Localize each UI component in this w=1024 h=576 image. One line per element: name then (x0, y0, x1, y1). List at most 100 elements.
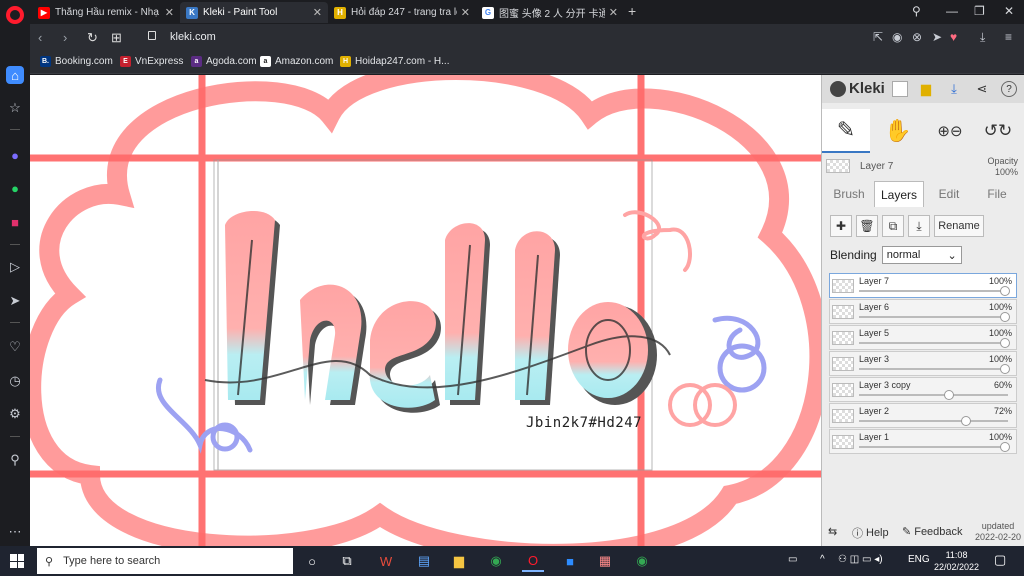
file-explorer-icon[interactable]: ▤ (413, 550, 435, 572)
restore-button[interactable]: ❐ (974, 4, 985, 18)
home-icon[interactable]: ⌂ (6, 66, 24, 84)
search-tabs-icon[interactable]: ⚲ (912, 4, 921, 18)
close-icon[interactable]: ✕ (609, 6, 618, 19)
tab-edit[interactable]: Edit (926, 181, 972, 207)
tab-brush[interactable]: Brush (826, 181, 872, 207)
layer-row[interactable]: Layer 5 100% (829, 325, 1017, 350)
opacity-slider-handle[interactable] (1000, 286, 1010, 296)
undo-redo-icon[interactable]: ↺↻ (974, 109, 1022, 153)
reload-icon[interactable]: ↻ (87, 30, 98, 46)
battery-icon[interactable]: ▭ (788, 554, 797, 565)
layer-row[interactable]: Layer 7 100% (829, 273, 1017, 298)
rename-button[interactable]: Rename (934, 215, 984, 237)
opacity-slider[interactable] (859, 368, 1008, 370)
bookmark-hoidap[interactable]: H Hoidap247.com - H... (340, 56, 450, 67)
opacity-slider[interactable] (859, 290, 1008, 292)
flow-icon[interactable]: ➤ (932, 30, 942, 44)
help-icon[interactable]: ? (1001, 81, 1017, 97)
delete-layer-icon[interactable]: 🗑 (856, 215, 878, 237)
task-view-icon[interactable]: ⧉ (336, 550, 358, 572)
close-icon[interactable]: ✕ (461, 6, 470, 19)
download-icon[interactable]: ⤓ (980, 30, 985, 45)
camera-icon[interactable]: ◉ (892, 30, 902, 44)
feedback-link[interactable]: ✎ Feedback (902, 525, 963, 539)
share-icon[interactable]: ⋖ (974, 81, 990, 97)
tray-up-icon[interactable]: ^ (820, 554, 825, 565)
tab-layers[interactable]: Layers (874, 181, 924, 207)
opacity-slider[interactable] (859, 420, 1008, 422)
merge-layer-icon[interactable]: ⤓ (908, 215, 930, 237)
close-window-button[interactable]: ✕ (1004, 4, 1014, 18)
zoom-icon[interactable]: ⊕⊖ (926, 109, 974, 153)
forward-icon[interactable]: › (63, 30, 67, 45)
download-icon[interactable]: ⤓ (946, 81, 962, 97)
layer-row[interactable]: Layer 1 100% (829, 429, 1017, 454)
folder-icon[interactable]: ▆ (448, 550, 470, 572)
settings-icon[interactable]: ⚙ (6, 405, 24, 423)
new-file-icon[interactable] (892, 81, 908, 97)
tab-kleki[interactable]: K Kleki - Paint Tool ✕ (180, 2, 328, 23)
opacity-slider-handle[interactable] (1000, 312, 1010, 322)
minimize-button[interactable]: — (946, 4, 958, 18)
menu-icon[interactable]: ≡ (1005, 30, 1012, 44)
bookmark-agoda[interactable]: a Agoda.com (191, 56, 257, 67)
send-icon[interactable]: ➤ (6, 292, 24, 310)
layer-row[interactable]: Layer 3 100% (829, 351, 1017, 376)
url-field[interactable]: kleki.com (170, 31, 216, 43)
heart-icon[interactable]: ♥ (950, 30, 957, 44)
whatsapp-icon[interactable]: ● (6, 179, 24, 197)
open-folder-icon[interactable]: ▆ (918, 81, 934, 97)
opacity-slider-handle[interactable] (1000, 364, 1010, 374)
more-icon[interactable]: ⋯ (6, 523, 24, 541)
opacity-slider[interactable] (859, 316, 1008, 318)
language-indicator[interactable]: ENG (908, 554, 930, 565)
notifications-icon[interactable]: ▢ (994, 552, 1006, 568)
hand-tool-icon[interactable]: ✋ (874, 109, 922, 153)
wps-icon[interactable]: W (375, 550, 397, 572)
lightbulb-icon[interactable]: ⚲ (6, 451, 24, 469)
chrome-profile-icon[interactable]: ◉ (631, 550, 653, 572)
brush-tool-icon[interactable]: ✎ (822, 109, 870, 153)
new-tab-button[interactable]: + (628, 3, 636, 19)
player-icon[interactable]: ▷ (6, 258, 24, 276)
share-icon[interactable]: ⇱ (873, 30, 883, 44)
bookmark-booking[interactable]: B. Booking.com (40, 56, 113, 67)
opacity-slider[interactable] (859, 446, 1008, 448)
taskbar-search[interactable]: ⚲ Type here to search (37, 548, 293, 574)
tab-youtube[interactable]: ▶ Thằng Hầu remix - Nhạ ✕ (32, 2, 180, 23)
back-icon[interactable]: ‹ (38, 30, 42, 45)
opacity-slider-handle[interactable] (1000, 442, 1010, 452)
swap-icon[interactable]: ⇆ (828, 525, 837, 538)
opacity-slider[interactable] (859, 342, 1008, 344)
tray-icons[interactable]: ⚇ ◫ ▭ ◂) (838, 554, 883, 565)
layer-row[interactable]: Layer 2 72% (829, 403, 1017, 428)
opacity-slider-handle[interactable] (960, 416, 971, 426)
duplicate-layer-icon[interactable]: ⧉ (882, 215, 904, 237)
tabs-grid-icon[interactable]: ⊞ (111, 30, 122, 46)
cortana-icon[interactable]: ○ (301, 550, 323, 572)
windows-start-icon[interactable] (10, 554, 24, 568)
messenger-icon[interactable]: ● (6, 146, 24, 164)
app-icon[interactable]: ▦ (594, 550, 616, 572)
tab-file[interactable]: File (974, 181, 1020, 207)
drawing-canvas[interactable]: Jbin2k7#Hd247 (30, 75, 821, 546)
chrome-icon[interactable]: ◉ (485, 550, 507, 572)
instagram-icon[interactable]: ■ (6, 213, 24, 231)
tab-google[interactable]: G 图蜜 头像 2 人 分开 卡通 - ✕ (476, 2, 624, 23)
bookmark-vnexpress[interactable]: E VnExpress (120, 56, 183, 67)
zoom-app-icon[interactable]: ■ (559, 550, 581, 572)
heart-icon[interactable]: ♡ (6, 338, 24, 356)
star-icon[interactable]: ☆ (6, 99, 24, 117)
layer-row[interactable]: Layer 3 copy 60% (829, 377, 1017, 402)
blending-select[interactable]: normal ⌄ (881, 246, 962, 264)
opera-icon[interactable]: O (522, 550, 544, 572)
add-layer-icon[interactable]: ✚ (830, 215, 852, 237)
opacity-slider-handle[interactable] (943, 390, 954, 400)
help-link[interactable]: ⓘ Help (852, 525, 889, 541)
tab-hoidap[interactable]: H Hỏi đáp 247 - trang tra lời ✕ (328, 2, 476, 23)
vpn-icon[interactable]: ⊗ (912, 30, 922, 44)
clock[interactable]: 11:08 22/02/2022 (934, 549, 979, 573)
layer-row[interactable]: Layer 6 100% (829, 299, 1017, 324)
opera-logo-icon[interactable] (6, 6, 24, 24)
opacity-slider[interactable] (859, 394, 1008, 396)
